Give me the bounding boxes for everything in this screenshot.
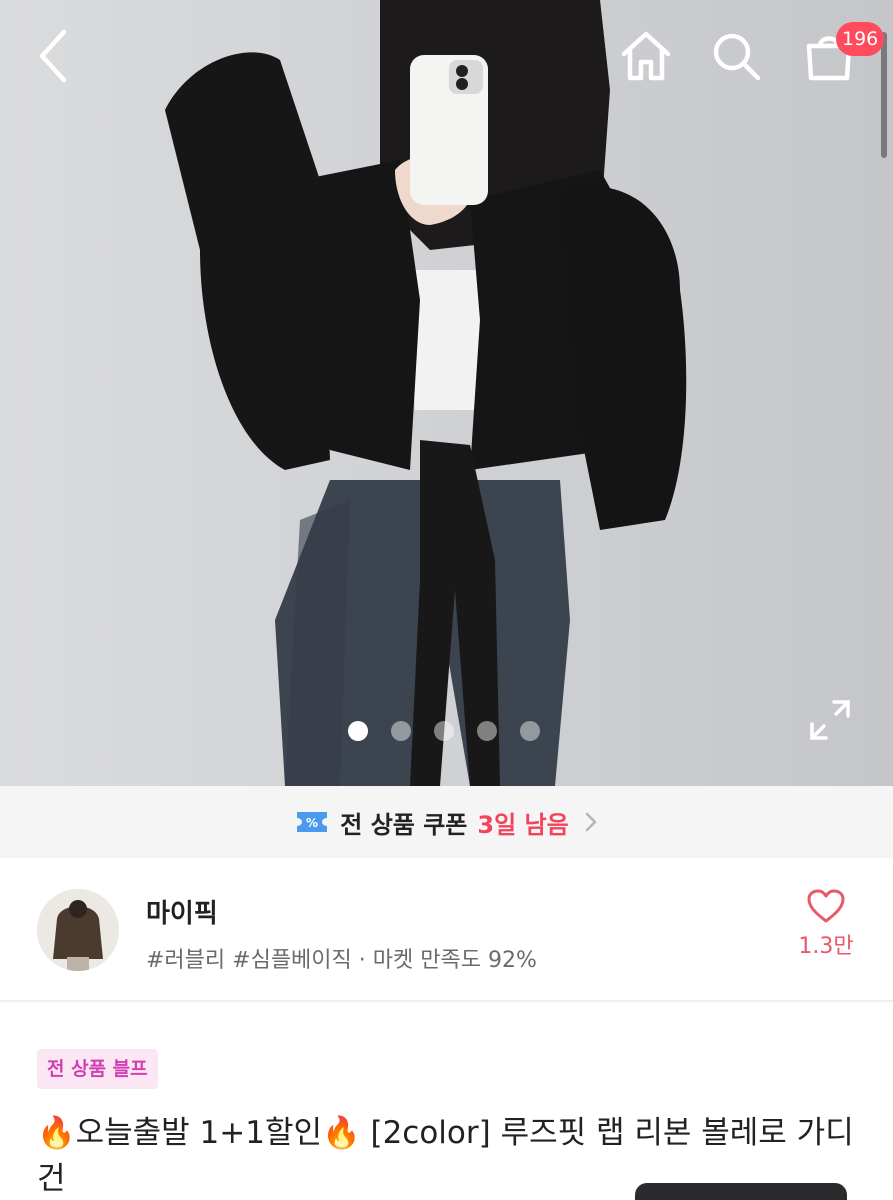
shop-avatar[interactable] [37,889,119,971]
carousel-dot[interactable] [477,721,497,741]
coupon-ticket-icon: % [297,812,328,832]
chevron-left-icon [39,29,67,83]
carousel-dot[interactable] [434,721,454,741]
shop-tags: #러블리 #심플베이직 · 마켓 만족도 92% [146,948,537,973]
shop-name[interactable]: 마이픽 [146,893,218,930]
product-image-carousel[interactable]: 196 [0,0,893,786]
home-button[interactable] [610,20,682,92]
fire-emoji: 🔥 [322,1115,361,1151]
expand-image-button[interactable] [808,698,852,742]
search-button[interactable] [700,20,772,92]
search-icon [713,33,761,81]
carousel-dot[interactable] [348,721,368,741]
scrollbar-thumb[interactable] [881,32,887,158]
heart-icon [807,889,845,923]
like-count: 1.3만 [798,934,854,959]
chevron-right-icon [585,812,596,832]
like-button[interactable]: 1.3만 [790,888,862,968]
shop-avatar-image [37,889,119,971]
carousel-dot[interactable] [391,721,411,741]
coupon-label: 전 상품 쿠폰 [340,810,468,839]
promo-badge: 전 상품 블프 [37,1049,158,1089]
product-photo [0,0,893,786]
floating-action-pill[interactable] [635,1183,847,1200]
cart-count-badge: 196 [836,22,885,56]
shop-info: 마이픽 #러블리 #심플베이직 · 마켓 만족도 92% 1.3만 [0,858,893,1002]
back-button[interactable] [18,20,90,92]
coupon-banner[interactable]: % 전 상품 쿠폰 3일 남음 [0,786,893,858]
expand-icon [810,700,850,740]
carousel-indicator [348,721,540,741]
product-title-promo: 오늘출발 1+1할인 [75,1115,323,1151]
coupon-days-left: 3일 남음 [477,810,569,839]
fire-emoji: 🔥 [37,1115,76,1151]
home-icon [621,31,671,81]
svg-text:%: % [306,816,318,830]
carousel-dot[interactable] [520,721,540,741]
